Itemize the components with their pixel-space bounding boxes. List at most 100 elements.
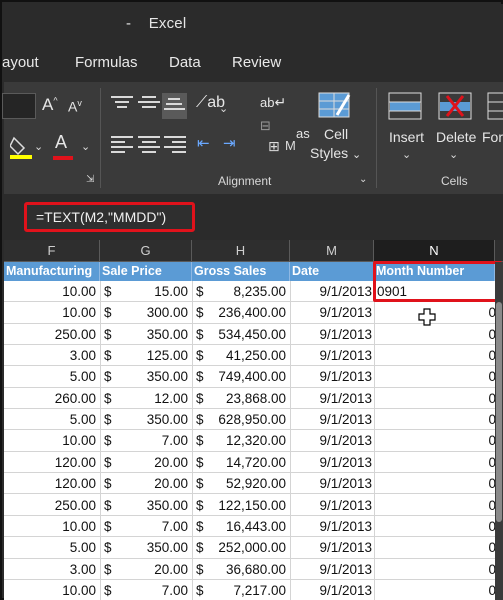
cell-gross-sales[interactable]: 12,320.00 <box>192 430 286 451</box>
decrease-indent-icon[interactable]: ⇤ <box>197 134 210 152</box>
cell-sale-price[interactable]: 350.00 <box>100 409 188 430</box>
delete-button[interactable] <box>437 90 475 125</box>
cell-date[interactable]: 9/1/2013 <box>290 430 372 451</box>
cell-manufacturing[interactable]: 5.00 <box>4 366 96 387</box>
increase-font-size-button[interactable]: A^ <box>42 95 58 115</box>
cell-manufacturing[interactable]: 5.00 <box>4 409 96 430</box>
cell-gross-sales[interactable]: 8,235.00 <box>192 281 286 302</box>
cell-gross-sales[interactable]: 534,450.00 <box>192 324 286 345</box>
cell-gross-sales[interactable]: 122,150.00 <box>192 495 286 516</box>
header-gross-sales[interactable]: Gross Sales <box>192 262 290 281</box>
cell-date[interactable]: 9/1/2013 <box>290 559 372 580</box>
cell-gross-sales[interactable]: 16,443.00 <box>192 516 286 537</box>
cell-manufacturing[interactable]: 10.00 <box>4 516 96 537</box>
insert-button[interactable] <box>387 90 425 125</box>
cell-month-number[interactable]: 0 <box>376 388 496 409</box>
cell-sale-price[interactable]: 350.00 <box>100 537 188 558</box>
cell-date[interactable]: 9/1/2013 <box>290 409 372 430</box>
cell-gross-sales[interactable]: 7,217.00 <box>192 580 286 600</box>
insert-dropdown[interactable]: ⌄ <box>402 148 411 161</box>
cell-manufacturing[interactable]: 5.00 <box>4 537 96 558</box>
align-center-icon[interactable] <box>138 136 160 154</box>
cell-styles-button[interactable] <box>317 89 351 124</box>
cell-month-number[interactable]: 0 <box>376 473 496 494</box>
tab-review[interactable]: Review <box>232 54 281 71</box>
vertical-scrollbar[interactable] <box>495 262 503 600</box>
cell-month-number[interactable]: 0 <box>376 302 496 323</box>
wrap-text-button[interactable]: ab↵ <box>260 94 286 111</box>
cell-manufacturing[interactable]: 120.00 <box>4 473 96 494</box>
merge-icon[interactable]: ⊟ <box>260 118 271 134</box>
fill-color-button[interactable] <box>9 134 32 163</box>
column-header-m[interactable]: M <box>290 240 374 262</box>
tab-formulas[interactable]: Formulas <box>75 54 138 71</box>
cell-date[interactable]: 9/1/2013 <box>290 473 372 494</box>
font-dialog-launcher-icon[interactable]: ⇲ <box>86 174 94 185</box>
cell-sale-price[interactable]: 7.00 <box>100 430 188 451</box>
cell-date[interactable]: 9/1/2013 <box>290 452 372 473</box>
cell-month-number[interactable]: 0 <box>376 409 496 430</box>
cell-sale-price[interactable]: 350.00 <box>100 495 188 516</box>
scrollbar-thumb[interactable] <box>496 302 502 522</box>
align-left-icon[interactable] <box>111 136 133 154</box>
orientation-dropdown[interactable]: ⌄ <box>219 102 228 115</box>
cell-manufacturing[interactable]: 10.00 <box>4 302 96 323</box>
cell-sale-price[interactable]: 20.00 <box>100 452 188 473</box>
format-button[interactable] <box>486 90 503 125</box>
header-date[interactable]: Date <box>290 262 374 281</box>
column-header-f[interactable]: F <box>4 240 100 262</box>
cell-month-number[interactable]: 0 <box>376 580 496 600</box>
cell-gross-sales[interactable]: 23,868.00 <box>192 388 286 409</box>
cell-month-number[interactable]: 0 <box>376 559 496 580</box>
cell-manufacturing[interactable]: 10.00 <box>4 281 96 302</box>
cell-date[interactable]: 9/1/2013 <box>290 516 372 537</box>
decrease-font-size-button[interactable]: Av <box>68 98 82 115</box>
font-size-combo[interactable] <box>2 93 36 119</box>
cell-sale-price[interactable]: 12.00 <box>100 388 188 409</box>
cell-sale-price[interactable]: 20.00 <box>100 559 188 580</box>
column-header-g[interactable]: G <box>100 240 192 262</box>
cell-gross-sales[interactable]: 52,920.00 <box>192 473 286 494</box>
cell-month-number[interactable]: 0 <box>376 345 496 366</box>
tab-data[interactable]: Data <box>169 54 201 71</box>
font-color-button[interactable]: A <box>53 132 73 160</box>
cell-manufacturing[interactable]: 10.00 <box>4 580 96 600</box>
cell-date[interactable]: 9/1/2013 <box>290 580 372 600</box>
cell-sale-price[interactable]: 15.00 <box>100 281 188 302</box>
cell-sale-price[interactable]: 20.00 <box>100 473 188 494</box>
tab-page-layout[interactable]: ayout <box>2 54 39 71</box>
cell-month-number[interactable]: 0 <box>376 537 496 558</box>
cell-gross-sales[interactable]: 36,680.00 <box>192 559 286 580</box>
cell-month-number[interactable]: 0 <box>376 495 496 516</box>
cell-month-number[interactable]: 0 <box>376 430 496 451</box>
font-color-dropdown[interactable]: ⌄ <box>81 140 90 153</box>
cell-gross-sales[interactable]: 14,720.00 <box>192 452 286 473</box>
cell-sale-price[interactable]: 350.00 <box>100 324 188 345</box>
formula-input[interactable]: =TEXT(M2,"MMDD") <box>24 202 195 232</box>
cell-month-number[interactable]: 0 <box>376 452 496 473</box>
cell-manufacturing[interactable]: 10.00 <box>4 430 96 451</box>
cell-sale-price[interactable]: 350.00 <box>100 366 188 387</box>
cell-date[interactable]: 9/1/2013 <box>290 324 372 345</box>
cell-date[interactable]: 9/1/2013 <box>290 345 372 366</box>
fill-color-dropdown[interactable]: ⌄ <box>34 140 43 153</box>
cell-manufacturing[interactable]: 250.00 <box>4 324 96 345</box>
cell-date[interactable]: 9/1/2013 <box>290 366 372 387</box>
cell-date[interactable]: 9/1/2013 <box>290 537 372 558</box>
cell-gross-sales[interactable]: 41,250.00 <box>192 345 286 366</box>
merge-dropdown-icon[interactable]: ⊞ <box>268 138 280 155</box>
column-header-n[interactable]: N <box>374 240 495 262</box>
header-manufacturing[interactable]: Manufacturing <box>4 262 100 281</box>
cell-date[interactable]: 9/1/2013 <box>290 281 372 302</box>
cell-date[interactable]: 9/1/2013 <box>290 495 372 516</box>
cell-manufacturing[interactable]: 3.00 <box>4 345 96 366</box>
cell-sale-price[interactable]: 300.00 <box>100 302 188 323</box>
cell-month-number[interactable]: 0 <box>376 516 496 537</box>
cell-sale-price[interactable]: 7.00 <box>100 580 188 600</box>
bottom-align-icon[interactable] <box>162 93 187 119</box>
cell-gross-sales[interactable]: 252,000.00 <box>192 537 286 558</box>
middle-align-icon[interactable] <box>138 96 160 114</box>
styles-launcher-icon[interactable]: ⌄ <box>359 174 367 185</box>
cell-manufacturing[interactable]: 250.00 <box>4 495 96 516</box>
cell-date[interactable]: 9/1/2013 <box>290 302 372 323</box>
